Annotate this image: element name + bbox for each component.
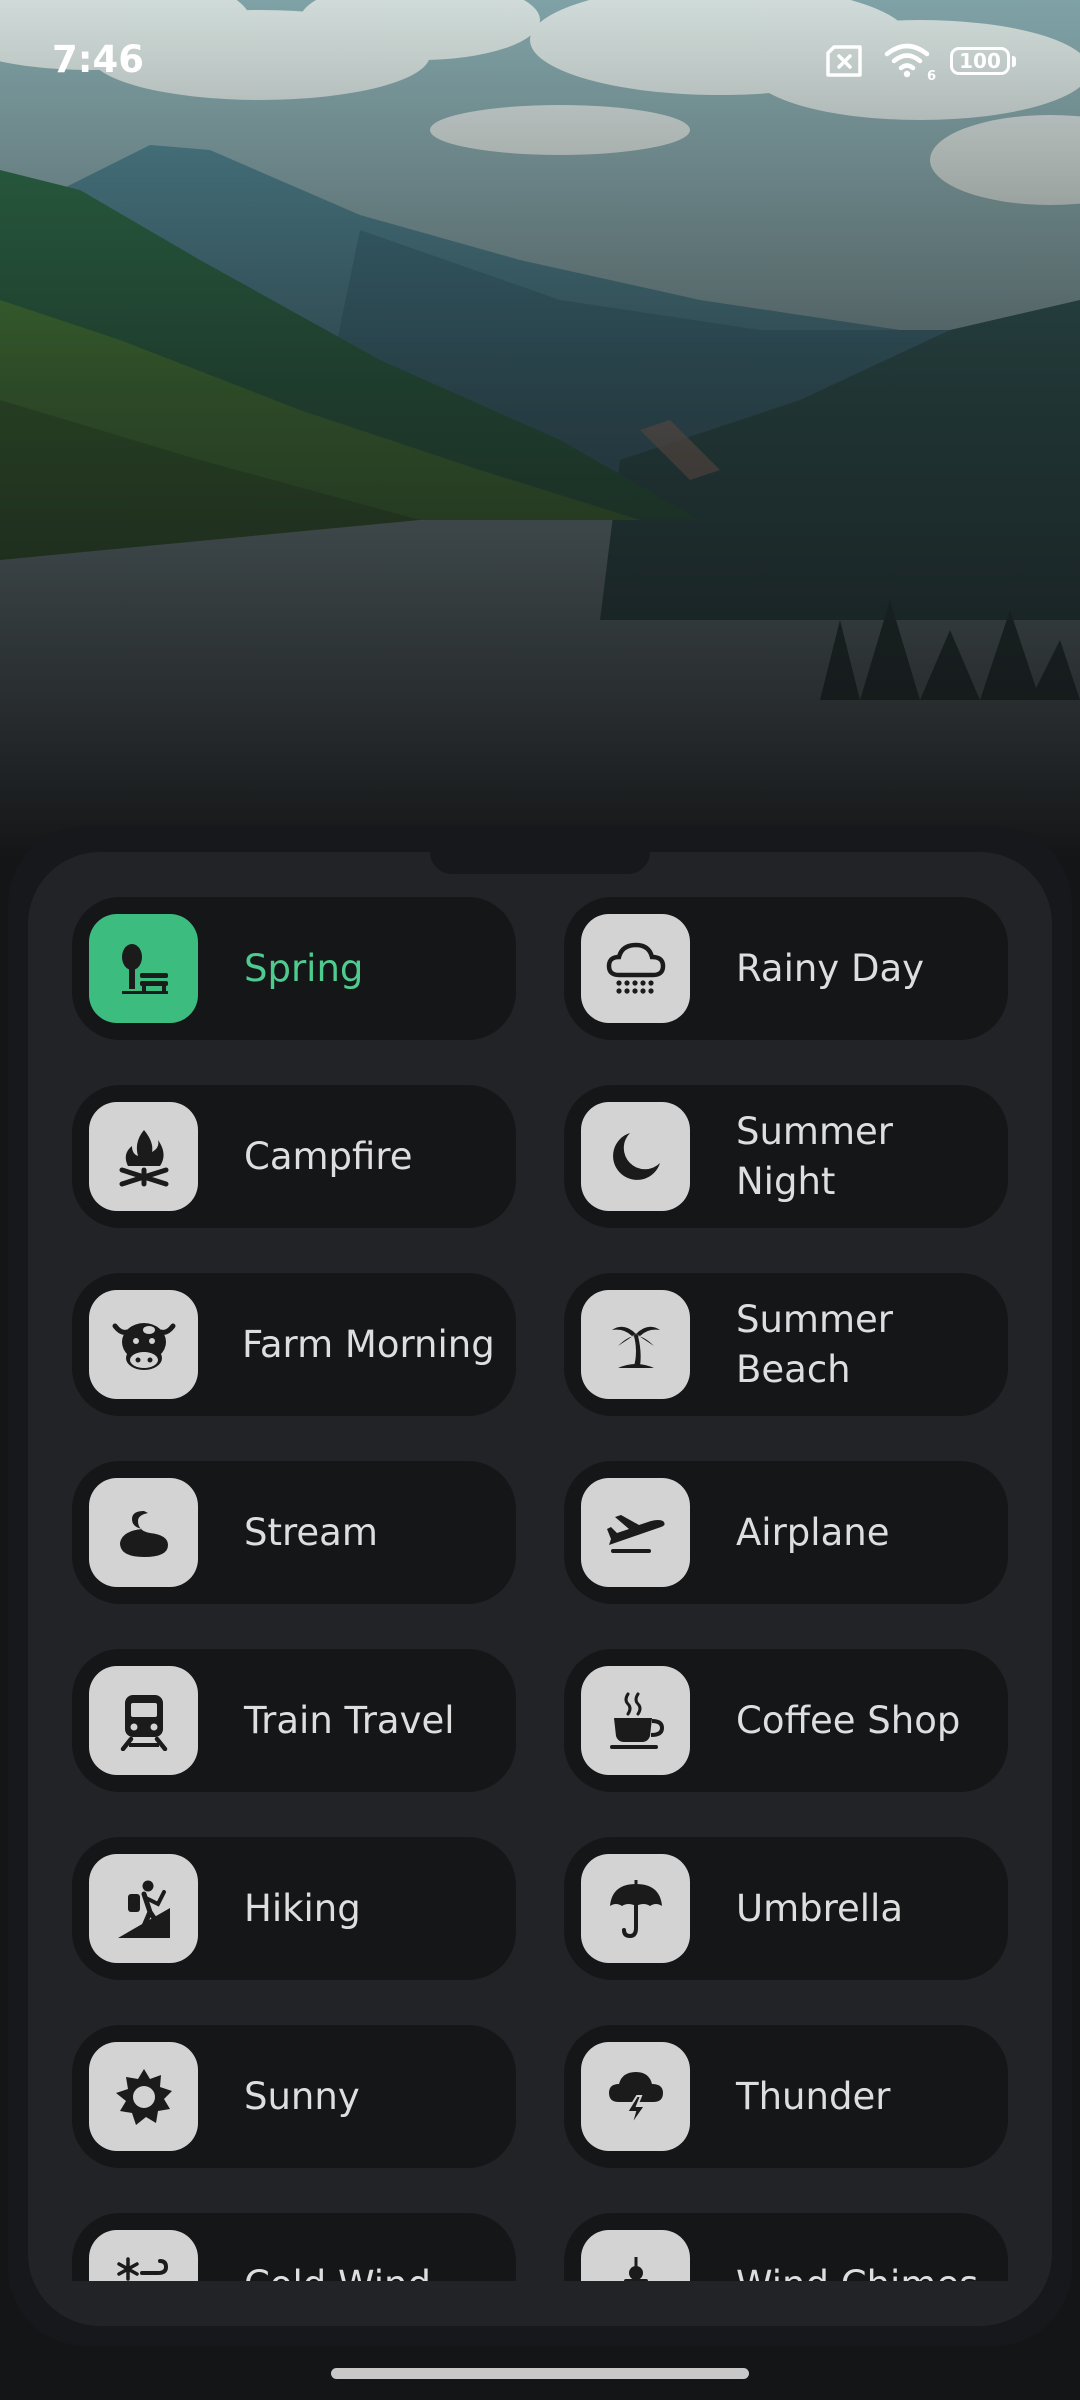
sound-tile-summer-night[interactable]: Summer Night bbox=[564, 1085, 1008, 1228]
sun-icon bbox=[89, 2042, 198, 2151]
airplane-icon bbox=[581, 1478, 690, 1587]
hiker-icon bbox=[89, 1854, 198, 1963]
train-icon bbox=[89, 1666, 198, 1775]
sound-tile-airplane[interactable]: Airplane bbox=[564, 1461, 1008, 1604]
sound-tile-thunder[interactable]: Thunder bbox=[564, 2025, 1008, 2168]
wifi-indicator: 6 bbox=[884, 42, 936, 84]
sound-label: Hiking bbox=[244, 1886, 361, 1930]
coffee-cup-icon bbox=[581, 1666, 690, 1775]
rain-cloud-icon bbox=[581, 914, 690, 1023]
sound-label: Coffee Shop bbox=[736, 1698, 961, 1742]
sound-tile-sunny[interactable]: Sunny bbox=[72, 2025, 516, 2168]
sound-label: Summer Night bbox=[736, 1109, 893, 1203]
sound-label: Umbrella bbox=[736, 1886, 904, 1930]
sound-label: Campfire bbox=[244, 1134, 413, 1178]
battery-level: 100 bbox=[959, 49, 1001, 73]
status-time: 7:46 bbox=[52, 38, 145, 81]
sound-label: Train Travel bbox=[244, 1698, 455, 1742]
sound-tile-cold-wind[interactable]: Cold Wind bbox=[72, 2213, 516, 2281]
sound-grid: Spring Rainy Day Campfire Summer Night F… bbox=[72, 897, 1008, 2281]
sound-tile-hiking[interactable]: Hiking bbox=[72, 1837, 516, 1980]
mountain-wallpaper bbox=[0, 0, 1080, 860]
sound-label: Wind Chimes bbox=[736, 2213, 988, 2282]
sound-label: Spring bbox=[244, 946, 364, 990]
umbrella-icon bbox=[581, 1854, 690, 1963]
wifi-icon bbox=[884, 43, 930, 78]
sound-tile-stream[interactable]: Stream bbox=[72, 1461, 516, 1604]
moon-icon bbox=[581, 1102, 690, 1211]
sheet-drag-handle[interactable] bbox=[430, 852, 650, 874]
sound-tile-spring[interactable]: Spring bbox=[72, 897, 516, 1040]
sound-label: Summer Beach bbox=[736, 1297, 893, 1391]
sound-label: Farm Morning bbox=[242, 1322, 495, 1366]
wind-chimes-icon bbox=[581, 2230, 690, 2281]
palm-tree-icon bbox=[581, 1290, 690, 1399]
sound-tile-farm-morning[interactable]: Farm Morning bbox=[72, 1273, 516, 1416]
sound-tile-train-travel[interactable]: Train Travel bbox=[72, 1649, 516, 1792]
bench-tree-icon bbox=[89, 914, 198, 1023]
sound-tile-wind-chimes[interactable]: Wind Chimes bbox=[564, 2213, 1008, 2281]
sound-tile-summer-beach[interactable]: Summer Beach bbox=[564, 1273, 1008, 1416]
battery-tip-icon bbox=[1012, 55, 1016, 67]
sound-label: Thunder bbox=[736, 2074, 891, 2118]
cow-icon bbox=[89, 1290, 198, 1399]
status-bar: 7:46 6 100 bbox=[0, 0, 1080, 125]
sound-label: Airplane bbox=[736, 1510, 890, 1554]
sound-label: Rainy Day bbox=[736, 946, 925, 990]
no-sim-icon bbox=[826, 45, 862, 77]
cold-wind-icon bbox=[89, 2230, 198, 2281]
sound-tile-rainy-day[interactable]: Rainy Day bbox=[564, 897, 1008, 1040]
sound-label: Stream bbox=[244, 1510, 378, 1554]
sound-label: Sunny bbox=[244, 2074, 360, 2118]
campfire-icon bbox=[89, 1102, 198, 1211]
battery-indicator: 100 bbox=[950, 47, 1016, 75]
sound-label: Cold Wind bbox=[244, 2213, 496, 2282]
home-indicator[interactable] bbox=[331, 2368, 749, 2379]
thunder-cloud-icon bbox=[581, 2042, 690, 2151]
sound-tile-campfire[interactable]: Campfire bbox=[72, 1085, 516, 1228]
wifi-level-label: 6 bbox=[926, 69, 936, 84]
stream-icon bbox=[89, 1478, 198, 1587]
sound-tile-coffee-shop[interactable]: Coffee Shop bbox=[564, 1649, 1008, 1792]
sound-tile-umbrella[interactable]: Umbrella bbox=[564, 1837, 1008, 1980]
